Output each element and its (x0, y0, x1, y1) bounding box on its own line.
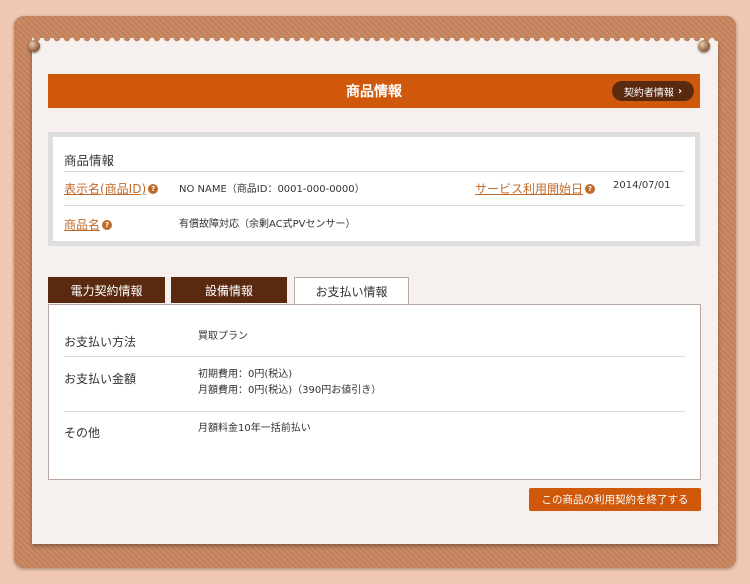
service-start-value: 2014/07/01 (613, 180, 671, 191)
divider (64, 205, 684, 206)
page-title: 商品情報 (346, 84, 402, 100)
service-start-link[interactable]: サービス利用開始日 (475, 182, 583, 196)
payment-method-value: 買取プラン (198, 331, 248, 342)
page-header: 商品情報 (48, 74, 700, 108)
help-icon[interactable]: ? (585, 183, 596, 194)
display-name-link[interactable]: 表示名(商品ID) (64, 182, 146, 196)
tab-equipment[interactable]: 設備情報 (171, 277, 287, 303)
divider (64, 356, 685, 357)
display-name-value: NO NAME（商品ID：0001-000-0000） (179, 184, 365, 195)
contractor-info-label: 契約者情報 (623, 87, 674, 99)
help-icon[interactable]: ? (148, 183, 159, 194)
divider (64, 171, 684, 172)
payment-amount-value-1: 初期費用：0円(税込) (198, 369, 293, 380)
pin-left-icon (28, 40, 40, 52)
payment-method-label: お支払い方法 (64, 335, 137, 349)
product-name-value: 有償故障対応（余剰AC式PVセンサー） (179, 219, 356, 230)
pin-right-icon (698, 40, 710, 52)
tab-power-contract[interactable]: 電力契約情報 (48, 277, 165, 303)
end-contract-button[interactable]: この商品の利用契約を終了する (529, 488, 701, 511)
payment-amount-label: お支払い金額 (64, 372, 137, 386)
paper-torn-edge (32, 38, 718, 48)
tab-label: 設備情報 (204, 283, 253, 298)
payment-panel: お支払い方法 買取プラン お支払い金額 初期費用：0円(税込) 月額費用：0円(… (48, 304, 701, 480)
other-value: 月額料金10年一括前払い (198, 423, 311, 434)
divider (64, 411, 685, 412)
tab-label: お支払い情報 (315, 285, 388, 299)
product-info-title: 商品情報 (64, 153, 115, 168)
other-label: その他 (64, 426, 101, 440)
tab-payment[interactable]: お支払い情報 (294, 277, 409, 305)
tab-label: 電力契約情報 (70, 283, 143, 298)
help-icon[interactable]: ? (102, 219, 113, 230)
chevron-right-icon: › (677, 85, 683, 97)
product-info-box: 商品情報 表示名(商品ID)? NO NAME（商品ID：0001-000-00… (48, 132, 700, 246)
payment-amount-value-2: 月額費用：0円(税込)（390円お値引き） (198, 385, 382, 396)
product-name-link[interactable]: 商品名 (64, 218, 100, 232)
contractor-info-button[interactable]: 契約者情報 › (612, 81, 694, 101)
